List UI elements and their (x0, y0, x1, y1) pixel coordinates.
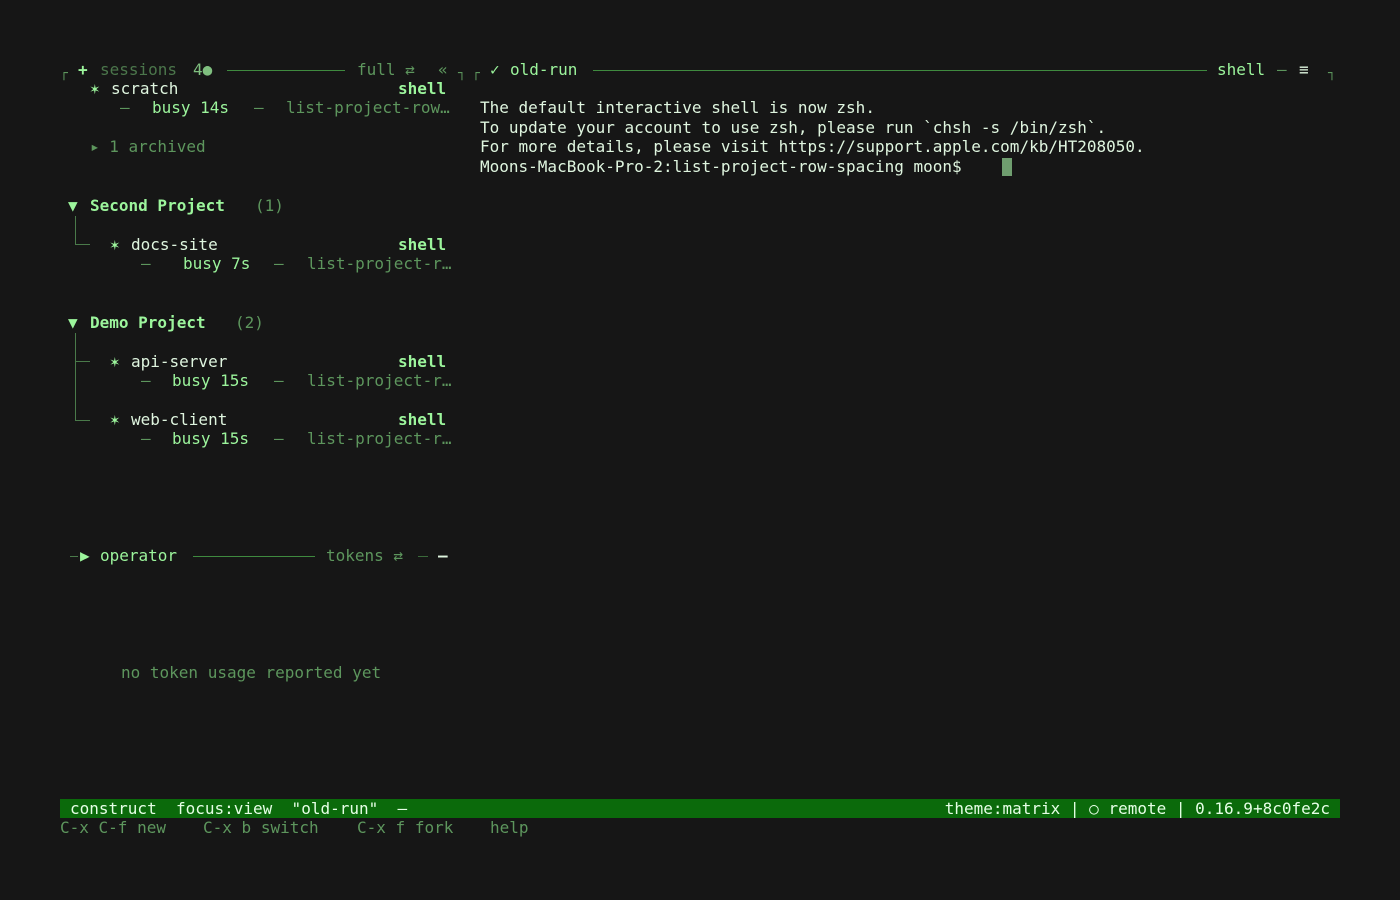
status-right: theme:matrix | ○ remote | 0.16.9+8c0fe2c (944, 799, 1330, 818)
terminal-cursor (1002, 158, 1012, 176)
project-count: (2) (235, 313, 264, 332)
session-status: busy 14s (152, 98, 230, 117)
session-name: docs-site (131, 235, 218, 254)
terminal-line: The default interactive shell is now zsh… (480, 98, 875, 117)
project-name: Demo Project (90, 313, 206, 332)
terminal-line: To update your account to use zsh, pleas… (480, 118, 1107, 137)
check-icon: ✓ (490, 60, 500, 79)
token-usage-empty: no token usage reported yet (121, 663, 382, 682)
hint-switch[interactable]: C-x b switch (203, 818, 319, 838)
status-dash: – (141, 429, 151, 448)
status-left: construct focus:view "old-run" – (70, 799, 408, 818)
hint-keys: C-x b (203, 818, 252, 837)
hint-action: help (490, 818, 529, 837)
session-status: busy 15s (172, 429, 250, 448)
status-dash: – (141, 254, 151, 273)
session-kind: shell (398, 410, 447, 429)
tree-line (75, 333, 76, 421)
minimize-button[interactable]: – (438, 546, 448, 566)
terminal-kind-dash: – (1277, 60, 1287, 79)
project-name: Second Project (90, 196, 225, 215)
session-branch: list-project-r… (307, 429, 452, 448)
session-status: busy 15s (172, 371, 250, 390)
status-dash: – (141, 371, 151, 390)
operator-rule-right (418, 556, 428, 557)
hint-help[interactable]: help (490, 818, 529, 838)
tree-line (75, 216, 76, 244)
sessions-count: 4● (193, 60, 213, 79)
status-bar: construct focus:view "old-run" – theme:m… (60, 799, 1340, 818)
session-branch: list-project-r… (307, 254, 452, 273)
asterisk-icon: ✶ (110, 235, 120, 254)
hint-fork[interactable]: C-x f fork (357, 818, 453, 838)
asterisk-icon: ✶ (90, 79, 100, 98)
play-icon[interactable]: ▶ (80, 546, 90, 566)
hint-keys: C-x f (357, 818, 406, 837)
operator-rule-left (70, 556, 78, 557)
status-dash: – (120, 98, 130, 117)
session-status: busy 7s (183, 254, 251, 273)
tree-branch (75, 361, 90, 362)
pane-corner-tr: ┐ (1328, 66, 1336, 81)
terminal-kind: shell (1217, 60, 1266, 79)
session-branch: list-project-row… (286, 98, 450, 117)
session-kind: shell (398, 79, 447, 98)
terminal-header-rule (593, 70, 1207, 71)
panel-corner-tl: ┌ (60, 66, 68, 81)
terminal-prompt: Moons-MacBook-Pro-2:list-project-row-spa… (480, 157, 972, 176)
header-rule (227, 70, 345, 71)
view-mode-toggle[interactable]: full ⇄ (357, 60, 415, 80)
operator-rule (193, 556, 315, 557)
session-kind: shell (398, 352, 447, 371)
pane-corner-tl: ┌ (472, 66, 480, 81)
sessions-title: sessions (100, 60, 178, 79)
session-kind: shell (398, 235, 447, 254)
collapse-sidebar-button[interactable]: « (438, 60, 448, 80)
new-session-button[interactable]: + (78, 60, 88, 80)
asterisk-icon: ✶ (110, 352, 120, 371)
project-count: (1) (255, 196, 284, 215)
terminal-line: For more details, please visit https://s… (480, 137, 1145, 156)
status-separator: – (274, 254, 284, 273)
archived-toggle[interactable]: ▸ 1 archived (90, 137, 206, 157)
menu-icon[interactable]: ≡ (1299, 60, 1309, 80)
hint-new[interactable]: C-x C-f new (60, 818, 166, 838)
hint-action: fork (414, 818, 454, 837)
session-name: scratch (111, 79, 179, 98)
hint-action: new (137, 818, 166, 837)
terminal-title: old-run (510, 60, 578, 79)
hint-keys: C-x C-f (60, 818, 128, 837)
status-separator: – (254, 98, 264, 117)
status-separator: – (274, 371, 284, 390)
tree-branch (75, 420, 90, 421)
tree-branch (75, 244, 90, 245)
status-separator: – (274, 429, 284, 448)
operator-title: operator (100, 546, 178, 565)
session-name: api-server (131, 352, 228, 371)
hint-action: switch (260, 818, 319, 837)
session-name: web-client (131, 410, 228, 429)
session-branch: list-project-r… (307, 371, 452, 390)
asterisk-icon: ✶ (110, 410, 120, 429)
panel-corner-tr: ┐ (458, 66, 466, 81)
expand-arrow-icon: ▼ (68, 313, 78, 332)
tokens-toggle[interactable]: tokens ⇄ (326, 546, 403, 566)
expand-arrow-icon: ▼ (68, 196, 78, 215)
